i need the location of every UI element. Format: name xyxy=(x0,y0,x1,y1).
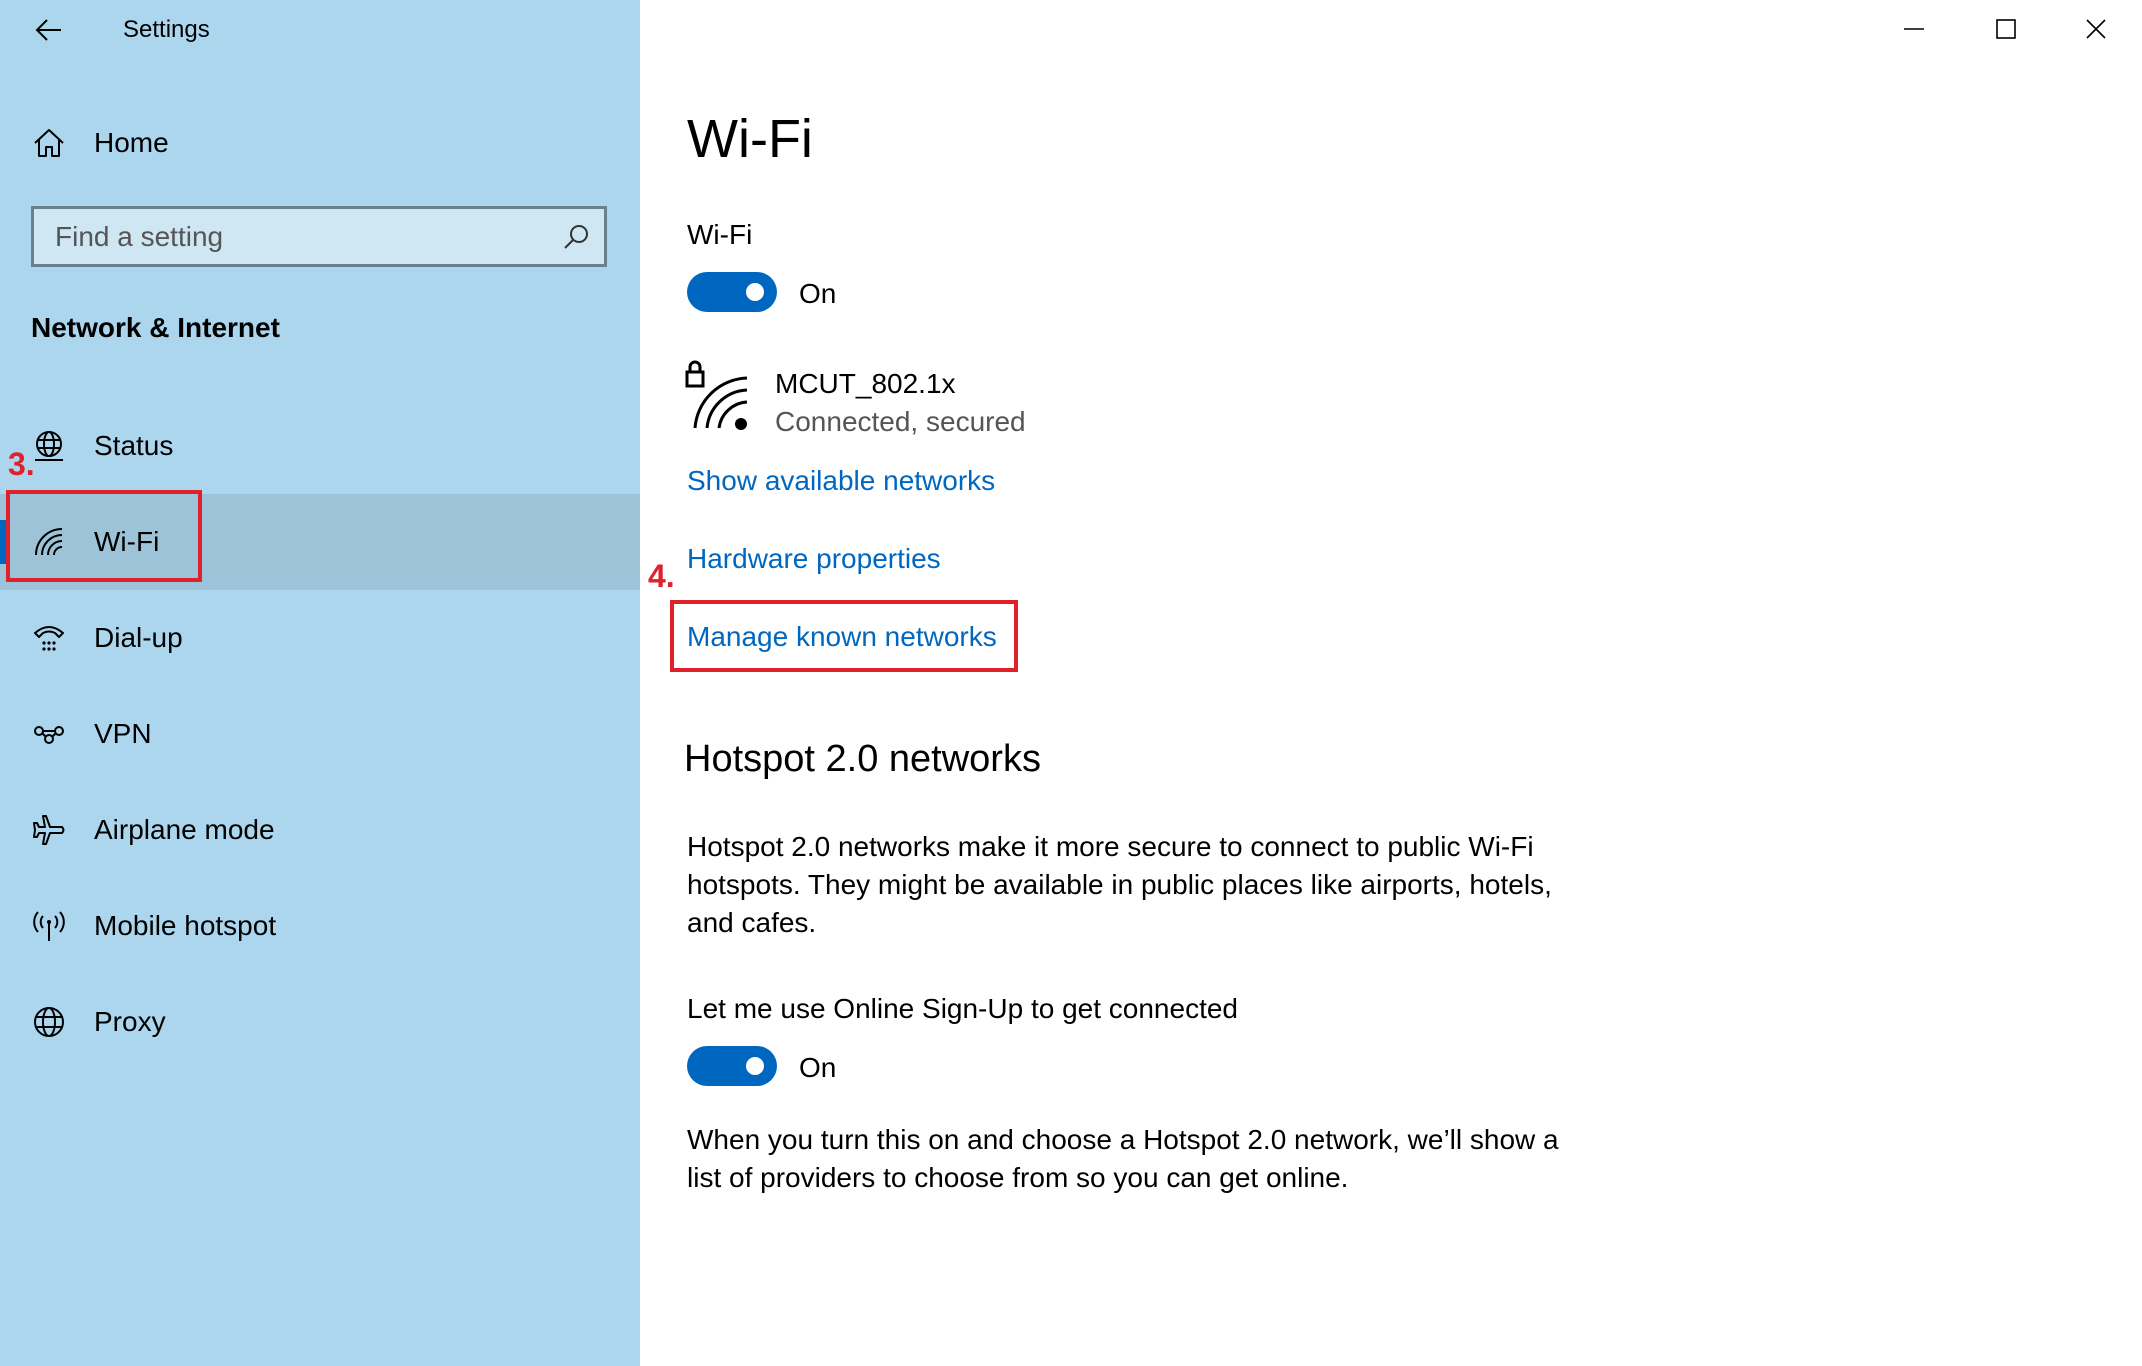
maximize-icon xyxy=(1996,19,2016,39)
annotation-box-manage xyxy=(670,600,1018,672)
sidebar-item-status[interactable]: Status xyxy=(0,398,640,494)
annotation-step-4: 4. xyxy=(648,558,675,594)
sidebar-item-airplane-mode[interactable]: Airplane mode xyxy=(0,782,640,878)
sidebar-item-label: VPN xyxy=(94,718,152,749)
back-button[interactable] xyxy=(28,10,70,50)
globe-proxy-icon xyxy=(30,1003,68,1041)
search-box[interactable] xyxy=(31,206,607,267)
network-status: Connected, secured xyxy=(775,406,1026,437)
minimize-icon xyxy=(1904,28,1924,30)
network-name: MCUT_802.1x xyxy=(775,368,956,399)
close-icon xyxy=(2086,19,2106,39)
search-input[interactable] xyxy=(34,209,604,264)
sidebar-item-mobile-hotspot[interactable]: Mobile hotspot xyxy=(0,878,640,974)
section-title: Network & Internet xyxy=(31,312,280,343)
titlebar-left: Settings xyxy=(0,0,640,60)
home-icon xyxy=(30,124,68,162)
sidebar-item-label: Status xyxy=(94,430,174,461)
back-arrow-icon xyxy=(35,19,61,41)
vpn-icon xyxy=(30,715,68,753)
airplane-icon xyxy=(30,811,68,849)
hotspot-description-line: and cafes. xyxy=(687,907,817,938)
online-signup-description-line: When you turn this on and choose a Hotsp… xyxy=(687,1124,1559,1155)
toggle-knob xyxy=(746,283,764,301)
main-content: Wi-Fi Wi-Fi On MCUT_802.1x Connected, se… xyxy=(640,0,2142,1366)
wifi-toggle[interactable] xyxy=(687,272,777,312)
online-signup-toggle[interactable] xyxy=(687,1046,777,1086)
sidebar-item-dial-up[interactable]: Dial-up xyxy=(0,590,640,686)
hotspot-heading: Hotspot 2.0 networks xyxy=(684,738,1041,780)
sidebar-item-label: Proxy xyxy=(94,1006,166,1037)
sidebar-item-label: Airplane mode xyxy=(94,814,275,845)
mobile-hotspot-icon xyxy=(30,907,68,945)
sidebar-item-proxy[interactable]: Proxy xyxy=(0,974,640,1070)
show-available-networks-link[interactable]: Show available networks xyxy=(687,465,995,497)
dial-up-icon xyxy=(30,619,68,657)
wifi-label: Wi-Fi xyxy=(687,219,753,250)
annotation-step-3: 3. xyxy=(8,446,35,482)
hotspot-description: Hotspot 2.0 networks make it more secure… xyxy=(687,828,1587,942)
online-signup-description: When you turn this on and choose a Hotsp… xyxy=(687,1121,1587,1197)
sidebar-item-home[interactable]: Home xyxy=(0,112,640,174)
maximize-button[interactable] xyxy=(1960,0,2052,58)
minimize-button[interactable] xyxy=(1868,0,1960,58)
sidebar-item-label: Mobile hotspot xyxy=(94,910,277,941)
hardware-properties-link[interactable]: Hardware properties xyxy=(687,543,941,575)
hotspot-description-line: Hotspot 2.0 networks make it more secure… xyxy=(687,831,1534,862)
sidebar-item-label: Home xyxy=(94,127,169,158)
online-signup-toggle-state: On xyxy=(799,1052,837,1083)
online-signup-description-line: list of providers to choose from so you … xyxy=(687,1162,1349,1193)
wifi-secured-icon xyxy=(685,360,748,430)
page-title: Wi-Fi xyxy=(687,109,813,169)
search-icon[interactable] xyxy=(562,223,590,251)
app-title: Settings xyxy=(123,16,210,43)
online-signup-label: Let me use Online Sign-Up to get connect… xyxy=(687,993,1239,1024)
sidebar-item-label: Dial-up xyxy=(94,622,183,653)
wifi-toggle-state: On xyxy=(799,278,837,309)
close-button[interactable] xyxy=(2050,0,2142,58)
annotation-box-wifi xyxy=(6,490,202,582)
toggle-knob xyxy=(746,1057,764,1075)
sidebar: Settings Home Network & Internet Status xyxy=(0,0,640,1366)
hotspot-description-line: hotspots. They might be available in pub… xyxy=(687,869,1552,900)
sidebar-item-vpn[interactable]: VPN xyxy=(0,686,640,782)
globe-status-icon xyxy=(30,427,68,465)
